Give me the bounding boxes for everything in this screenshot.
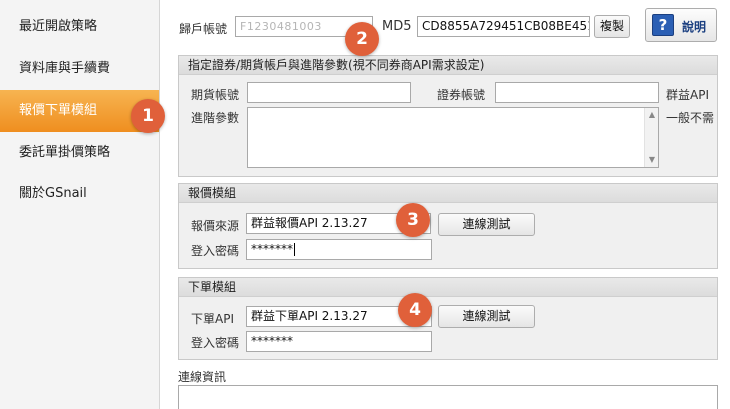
order-password-field[interactable]: ******* (246, 331, 432, 352)
connection-info-textarea[interactable] (178, 385, 718, 409)
scroll-down-arrow-icon[interactable]: ▼ (645, 154, 659, 166)
sidebar-item-about[interactable]: 關於GSnail (0, 173, 159, 215)
order-api-label: 下單API (191, 312, 234, 326)
quote-module-panel-title: 報價模組 (179, 184, 717, 203)
help-question-icon: ? (652, 14, 674, 36)
quote-module-panel: 報價模組 報價來源 群益報價API 2.13.27 連線測試 登入密碼 ****… (178, 183, 718, 269)
help-button-label: 說明 (682, 20, 707, 34)
callout-marker-2: 2 (345, 22, 379, 56)
sidebar-item-database-fees[interactable]: 資料庫與手續費 (0, 48, 159, 90)
main-content: 歸戶帳號 F1230481003 MD5 CD8855A729451CB08BE… (161, 0, 730, 409)
callout-marker-4: 4 (398, 293, 432, 327)
copy-button[interactable]: 複製 (594, 15, 630, 38)
account-params-panel: 指定證券/期貨帳戶與進階參數(視不同券商API需求設定) 期貨帳號 證券帳號 進… (178, 55, 718, 177)
quote-source-label: 報價來源 (191, 219, 240, 233)
securities-account-field[interactable] (495, 82, 659, 103)
quote-password-field[interactable]: ******* (246, 239, 432, 260)
order-connection-test-button[interactable]: 連線測試 (438, 305, 535, 328)
callout-marker-1: 1 (131, 99, 165, 133)
securities-account-label: 證券帳號 (437, 88, 486, 102)
md5-label: MD5 (382, 19, 412, 34)
advanced-params-scrollbar[interactable]: ▲ ▼ (644, 108, 658, 167)
sidebar-item-order-pricing-strategy[interactable]: 委託單掛價策略 (0, 132, 159, 174)
scroll-up-arrow-icon[interactable]: ▲ (645, 109, 659, 121)
quote-password-value: ******* (251, 242, 293, 256)
account-label: 歸戶帳號 (179, 22, 228, 36)
order-password-label: 登入密碼 (191, 336, 240, 350)
side-note-capital-api: 群益API (666, 88, 709, 102)
futures-account-label: 期貨帳號 (191, 88, 240, 102)
account-params-panel-title: 指定證券/期貨帳戶與進階參數(視不同券商API需求設定) (179, 56, 717, 75)
order-module-panel: 下單模組 下單API 群益下單API 2.13.27 連線測試 登入密碼 ***… (178, 277, 718, 360)
connection-info-label: 連線資訊 (178, 370, 227, 384)
text-cursor (294, 243, 295, 256)
md5-field[interactable]: CD8855A729451CB08BE45164 (417, 16, 590, 37)
quote-password-label: 登入密碼 (191, 244, 240, 258)
advanced-params-textarea[interactable]: ▲ ▼ (247, 107, 659, 168)
advanced-params-label: 進階參數 (191, 111, 240, 125)
sidebar-item-recent-strategies[interactable]: 最近開啟策略 (0, 6, 159, 48)
help-button[interactable]: ? 說明 (645, 8, 717, 42)
side-note-not-required: 一般不需 (666, 111, 715, 125)
quote-connection-test-button[interactable]: 連線測試 (438, 213, 535, 236)
callout-marker-3: 3 (396, 203, 430, 237)
futures-account-field[interactable] (247, 82, 411, 103)
order-module-panel-title: 下單模組 (179, 278, 717, 297)
sidebar: 最近開啟策略 資料庫與手續費 報價下單模組 委託單掛價策略 關於GSnail (0, 0, 160, 409)
